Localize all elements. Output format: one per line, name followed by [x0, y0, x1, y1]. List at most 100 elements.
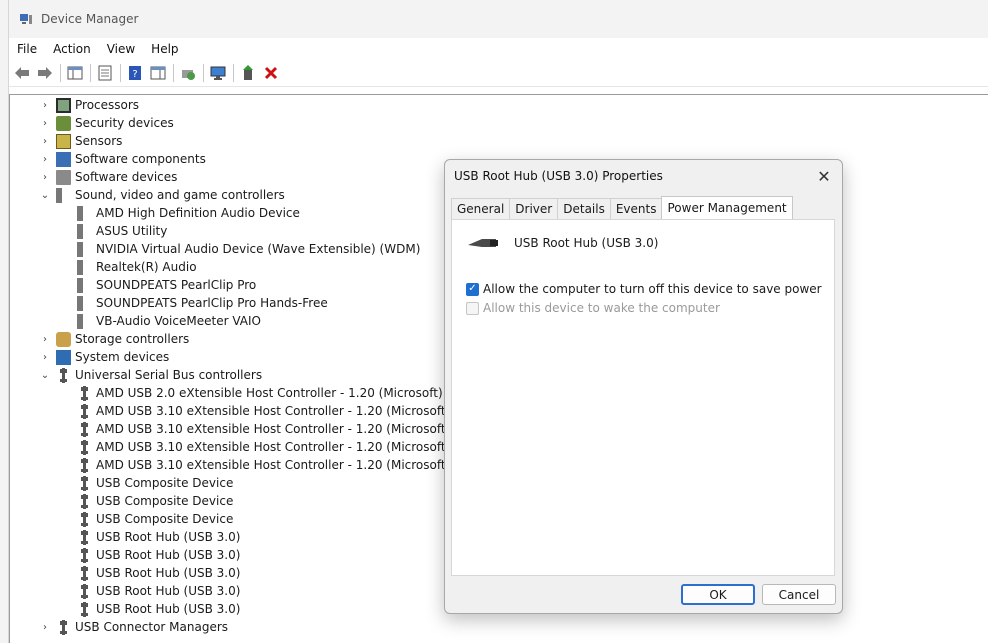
update-driver-icon[interactable] [237, 62, 259, 84]
tree-device-item[interactable]: USB Root Hub (USB 3.0) [77, 582, 240, 600]
device-label: USB Composite Device [96, 476, 234, 490]
menu-help[interactable]: Help [143, 42, 186, 56]
forward-arrow-icon[interactable] [34, 62, 56, 84]
tree-device-item[interactable]: USB Root Hub (USB 3.0) [77, 528, 240, 546]
tree-category-processors[interactable]: › Processors [38, 96, 139, 114]
menu-view[interactable]: View [99, 42, 143, 56]
tree-device-item[interactable]: USB Composite Device [77, 492, 233, 510]
usb-icon [80, 529, 89, 545]
storage-icon [56, 331, 71, 347]
chevron-right-icon[interactable]: › [38, 170, 52, 184]
speaker-icon [77, 223, 92, 239]
system-device-icon [56, 349, 71, 365]
toolbar-separator [90, 64, 91, 82]
chevron-right-icon[interactable]: › [38, 116, 52, 130]
tree-category-usb-controllers[interactable]: ⌄ Universal Serial Bus controllers [38, 366, 262, 384]
software-component-icon [56, 151, 71, 167]
tree-device-item[interactable]: AMD High Definition Audio Device [77, 204, 300, 222]
tree-device-item[interactable]: USB Root Hub (USB 3.0) [77, 564, 240, 582]
tree-device-item[interactable]: Realtek(R) Audio [77, 258, 197, 276]
monitor-icon[interactable] [207, 62, 229, 84]
device-label: SOUNDPEATS PearlClip Pro [96, 278, 257, 292]
cancel-button[interactable]: Cancel [762, 584, 836, 605]
tree-device-item[interactable]: AMD USB 3.10 eXtensible Host Controller … [77, 456, 450, 474]
tree-category-storage-controllers[interactable]: › Storage controllers [38, 330, 189, 348]
tree-category-security-devices[interactable]: › Security devices [38, 114, 174, 132]
help-icon[interactable]: ? [124, 62, 146, 84]
tree-device-item[interactable]: USB Root Hub (USB 3.0) [77, 546, 240, 564]
tab-driver[interactable]: Driver [509, 198, 559, 219]
tree-device-item[interactable]: USB Composite Device [77, 474, 233, 492]
tree-category-label: Software components [75, 152, 206, 166]
checkbox-checked[interactable]: ✓ [466, 282, 479, 296]
window-title: Device Manager [41, 12, 139, 26]
chevron-right-icon[interactable]: › [38, 98, 52, 112]
chevron-right-icon[interactable]: › [38, 134, 52, 148]
device-label: Realtek(R) Audio [96, 260, 197, 274]
ok-button[interactable]: OK [681, 584, 755, 605]
tab-general[interactable]: General [451, 198, 511, 219]
usb-icon [80, 475, 89, 491]
properties-dialog: USB Root Hub (USB 3.0) Properties ✕ Gene… [444, 159, 843, 614]
device-header: USB Root Hub (USB 3.0) [466, 236, 658, 250]
chevron-right-icon[interactable]: › [38, 332, 52, 346]
tree-device-item[interactable]: USB Root Hub (USB 3.0) [77, 600, 240, 618]
device-label: AMD USB 3.10 eXtensible Host Controller … [96, 404, 451, 418]
show-action-pane-icon[interactable] [147, 62, 169, 84]
tree-device-item[interactable]: USB Composite Device [77, 510, 233, 528]
tree-category-software-components[interactable]: › Software components [38, 150, 206, 168]
tab-details[interactable]: Details [557, 198, 611, 219]
device-label: USB Composite Device [96, 512, 234, 526]
show-hide-console-tree-icon[interactable] [64, 62, 86, 84]
dialog-title: USB Root Hub (USB 3.0) Properties [454, 169, 663, 183]
chevron-right-icon[interactable]: › [38, 350, 52, 364]
chevron-right-icon[interactable]: › [38, 152, 52, 166]
scan-hardware-icon[interactable] [177, 62, 199, 84]
tab-power-management[interactable]: Power Management [661, 196, 793, 219]
chevron-down-icon[interactable]: ⌄ [38, 368, 52, 382]
chevron-down-icon[interactable]: ⌄ [38, 188, 52, 202]
tree-category-sensors[interactable]: › Sensors [38, 132, 122, 150]
tree-category-software-devices[interactable]: › Software devices [38, 168, 177, 186]
toolbar-separator [120, 64, 121, 82]
usb-icon [80, 421, 89, 437]
close-icon[interactable]: ✕ [814, 166, 834, 186]
tree-device-item[interactable]: SOUNDPEATS PearlClip Pro [77, 276, 256, 294]
tree-category-system-devices[interactable]: › System devices [38, 348, 169, 366]
allow-turn-off-option[interactable]: ✓ Allow the computer to turn off this de… [466, 282, 822, 296]
back-arrow-icon[interactable] [11, 62, 33, 84]
chevron-right-icon[interactable]: › [38, 620, 52, 634]
tree-device-item[interactable]: ASUS Utility [77, 222, 167, 240]
properties-icon[interactable] [94, 62, 116, 84]
tree-category-label: Security devices [75, 116, 174, 130]
security-device-icon [56, 115, 71, 131]
uninstall-device-icon[interactable] [260, 62, 282, 84]
power-management-panel: USB Root Hub (USB 3.0) ✓ Allow the compu… [451, 219, 835, 576]
tree-device-item[interactable]: AMD USB 3.10 eXtensible Host Controller … [77, 438, 450, 456]
toolbar-separator [60, 64, 61, 82]
speaker-icon [77, 205, 92, 221]
tree-category-label: Software devices [75, 170, 178, 184]
tree-category-label: Processors [75, 98, 140, 112]
tree-device-item[interactable]: SOUNDPEATS PearlClip Pro Hands-Free [77, 294, 328, 312]
device-label: USB Root Hub (USB 3.0) [96, 548, 241, 562]
tree-device-item[interactable]: VB-Audio VoiceMeeter VAIO [77, 312, 261, 330]
tab-events[interactable]: Events [609, 198, 663, 219]
tree-category-sound-video-game[interactable]: ⌄ Sound, video and game controllers [38, 186, 285, 204]
menu-action[interactable]: Action [45, 42, 99, 56]
speaker-icon [56, 187, 71, 203]
usb-icon [80, 511, 89, 527]
usb-icon [59, 367, 68, 383]
tree-category-label: Universal Serial Bus controllers [75, 368, 263, 382]
tree-device-item[interactable]: AMD USB 2.0 eXtensible Host Controller -… [77, 384, 443, 402]
tree-device-item[interactable]: NVIDIA Virtual Audio Device (Wave Extens… [77, 240, 420, 258]
menu-file[interactable]: File [9, 42, 45, 56]
speaker-icon [77, 313, 92, 329]
device-label: USB Root Hub (USB 3.0) [96, 530, 241, 544]
usb-icon [80, 493, 89, 509]
tree-category-usb-connector-managers[interactable]: › USB Connector Managers [38, 618, 228, 636]
tree-device-item[interactable]: AMD USB 3.10 eXtensible Host Controller … [77, 420, 450, 438]
usb-icon [80, 457, 89, 473]
speaker-icon [77, 295, 92, 311]
tree-device-item[interactable]: AMD USB 3.10 eXtensible Host Controller … [77, 402, 450, 420]
